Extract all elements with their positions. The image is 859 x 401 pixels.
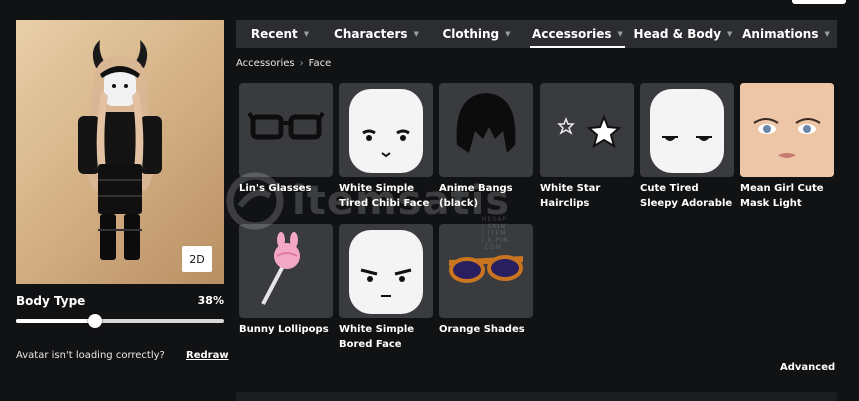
- item-name: Mean Girl Cute Mask Light Brown: [740, 183, 824, 209]
- item-card-star-hairclips[interactable]: White Star Hairclips: [540, 83, 634, 211]
- bored-face-icon: [349, 230, 423, 314]
- top-right-button[interactable]: [792, 0, 846, 4]
- chevron-down-icon: ▼: [413, 30, 419, 38]
- breadcrumb-parent[interactable]: Accessories: [236, 58, 295, 69]
- tired-chibi-face-icon: [349, 89, 423, 173]
- item-card-bored-face[interactable]: White Simple Bored Face: [339, 224, 433, 352]
- tab-head-body[interactable]: Head & Body ▼: [631, 20, 735, 48]
- body-type-slider[interactable]: [16, 314, 224, 328]
- tab-label: Accessories: [532, 27, 612, 41]
- chevron-down-icon: ▼: [617, 30, 623, 38]
- chevron-right-icon: ›: [299, 58, 304, 69]
- bottom-panel: [236, 392, 837, 401]
- item-name: White Simple Tired Chibi Face: [339, 183, 430, 209]
- chevron-down-icon: ▼: [303, 30, 310, 38]
- item-name: Bunny Lollipops: [239, 324, 329, 335]
- item-card-mean-girl-mask[interactable]: Mean Girl Cute Mask Light Brown: [740, 83, 834, 211]
- avatar-preview: 2D: [16, 20, 224, 284]
- loading-issue-text: Avatar isn't loading correctly?: [16, 350, 165, 361]
- advanced-button[interactable]: Advanced: [780, 362, 835, 373]
- item-name: Lin's Glasses: [239, 183, 312, 194]
- slider-thumb[interactable]: [88, 314, 103, 328]
- item-thumbnail: [239, 224, 333, 318]
- item-thumbnail: [339, 224, 433, 318]
- tab-label: Characters: [334, 27, 408, 41]
- sleepy-eyes-face-icon: [650, 89, 724, 173]
- item-card-lins-glasses[interactable]: Lin's Glasses: [239, 83, 333, 196]
- toggle-2d-button[interactable]: 2D: [182, 246, 212, 272]
- tab-animations[interactable]: Animations ▼: [735, 20, 837, 48]
- tab-clothing[interactable]: Clothing ▼: [429, 20, 524, 48]
- body-type-label: Body Type: [16, 294, 86, 308]
- redraw-link[interactable]: Redraw: [186, 350, 229, 361]
- item-card-tired-chibi-face[interactable]: White Simple Tired Chibi Face: [339, 83, 433, 211]
- slider-fill: [16, 319, 96, 323]
- mask-face-icon: [740, 83, 834, 177]
- chevron-down-icon: ▼: [727, 30, 733, 38]
- item-thumbnail: [640, 83, 734, 177]
- body-type-value: 38%: [197, 294, 224, 307]
- category-tabs: Recent ▼ Characters ▼ Clothing ▼ Accessorie…: [236, 20, 837, 48]
- tab-label: Animations: [742, 27, 819, 41]
- item-thumbnail: [540, 83, 634, 177]
- breadcrumb-current: Face: [308, 58, 332, 69]
- chevron-down-icon: ▼: [824, 30, 830, 38]
- item-name: Orange Shades: [439, 324, 525, 335]
- item-card-orange-shades[interactable]: Orange Shades: [439, 224, 533, 337]
- tab-label: Clothing: [442, 27, 500, 41]
- item-thumbnail: [740, 83, 834, 177]
- tab-label: Head & Body: [633, 27, 722, 41]
- item-name: Cute Tired Sleepy Adorable Eyes wit...: [640, 183, 733, 209]
- item-card-sleepy-eyes[interactable]: Cute Tired Sleepy Adorable Eyes wit...: [640, 83, 734, 211]
- item-name: Anime Bangs (black): [439, 183, 513, 209]
- tab-recent[interactable]: Recent ▼: [236, 20, 324, 48]
- item-card-anime-bangs[interactable]: Anime Bangs (black): [439, 83, 533, 211]
- item-thumbnail: [439, 224, 533, 318]
- item-name: White Star Hairclips: [540, 183, 601, 209]
- tab-accessories[interactable]: Accessories ▼: [524, 20, 631, 48]
- item-thumbnail: [239, 83, 333, 177]
- star-hairclips-icon: [557, 114, 622, 149]
- bunny-lollipop-icon: [261, 232, 300, 305]
- tab-label: Recent: [250, 27, 298, 41]
- item-card-bunny-lollipops[interactable]: Bunny Lollipops: [239, 224, 333, 337]
- chevron-down-icon: ▼: [505, 30, 511, 38]
- black-bangs-icon: [456, 93, 516, 153]
- black-glasses-icon: [247, 111, 325, 140]
- item-thumbnail: [339, 83, 433, 177]
- avatar-figure: [78, 40, 162, 260]
- item-name: White Simple Bored Face: [339, 324, 415, 350]
- tab-characters[interactable]: Characters ▼: [324, 20, 429, 48]
- item-thumbnail: [439, 83, 533, 177]
- orange-shades-icon: [449, 255, 523, 283]
- breadcrumb: Accessories › Face: [236, 58, 331, 69]
